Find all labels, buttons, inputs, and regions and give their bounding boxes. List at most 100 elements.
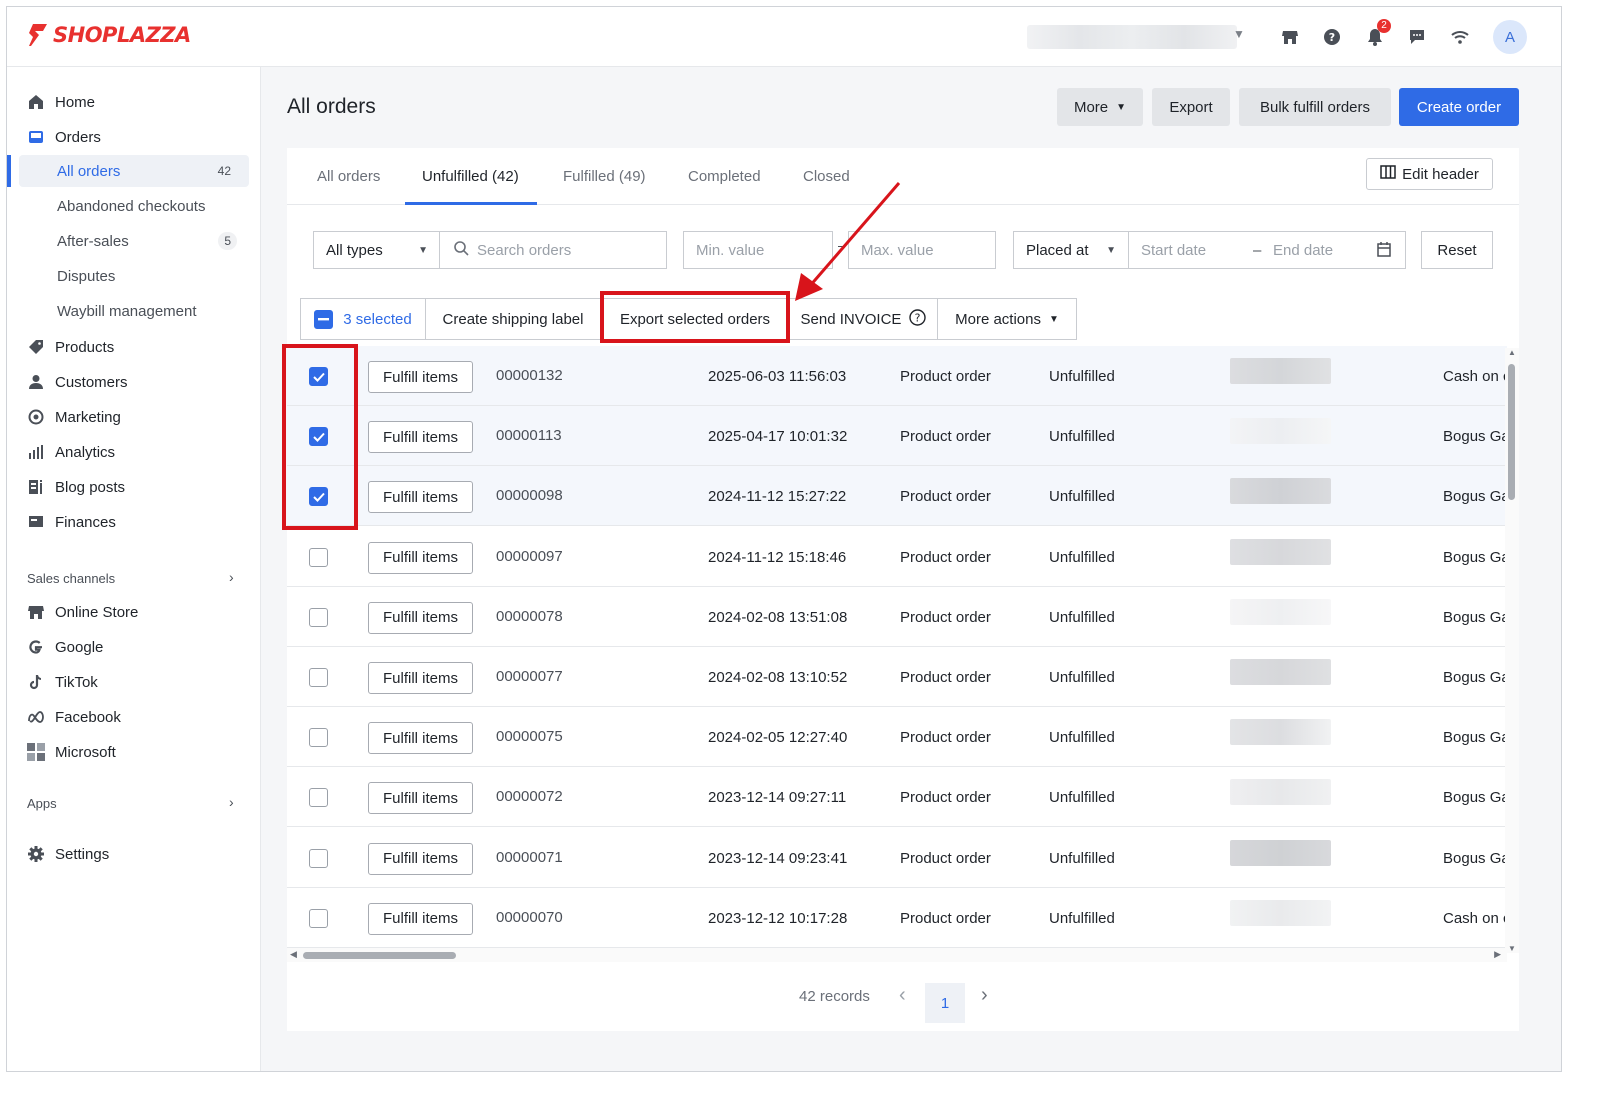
reset-button[interactable]: Reset: [1421, 231, 1493, 269]
active-indicator: [7, 155, 11, 187]
sidebar-item-disputes[interactable]: Disputes: [19, 260, 249, 292]
order-type: Product order: [900, 729, 991, 747]
sidebar-item-microsoft[interactable]: Microsoft: [7, 737, 261, 767]
row-checkbox[interactable]: [309, 668, 328, 687]
order-number[interactable]: 00000132: [496, 367, 563, 384]
table-row[interactable]: Fulfill items 00000132 2025-06-03 11:56:03…: [287, 346, 1507, 406]
fulfillment-status: Unfulfilled: [1049, 789, 1115, 807]
sidebar-item-google[interactable]: Google: [7, 632, 261, 662]
row-checkbox[interactable]: [309, 547, 328, 567]
sidebar-item-label: Abandoned checkouts: [57, 197, 206, 215]
edit-header-button[interactable]: Edit header: [1366, 158, 1493, 190]
row-checkbox[interactable]: [309, 908, 328, 928]
table-row[interactable]: Fulfill items 00000097 2024-11-12 15:18:46…: [287, 527, 1507, 587]
chat-icon[interactable]: [1405, 25, 1429, 49]
date-field-select[interactable]: Placed at ▼: [1013, 231, 1129, 269]
order-number[interactable]: 00000075: [496, 728, 563, 745]
shoplazza-logo[interactable]: SHOPLAZZA: [27, 22, 191, 48]
order-date: 2023-12-12 10:17:28: [708, 909, 848, 927]
table-row[interactable]: Fulfill items 00000113 2025-04-17 10:01:32…: [287, 406, 1507, 467]
sidebar-item-online-store[interactable]: Online Store: [7, 597, 261, 627]
tab-fulfilled[interactable]: Fulfilled (49): [563, 168, 646, 185]
sidebar-item-abandoned-checkouts[interactable]: Abandoned checkouts: [19, 190, 249, 222]
sidebar-item-analytics[interactable]: Analytics: [7, 437, 261, 467]
bulk-fulfill-button[interactable]: Bulk fulfill orders: [1239, 88, 1391, 126]
search-input[interactable]: Search orders: [439, 231, 667, 269]
order-number[interactable]: 00000078: [496, 608, 563, 625]
row-checkbox[interactable]: [309, 607, 328, 627]
order-number[interactable]: 00000077: [496, 668, 563, 685]
table-row[interactable]: Fulfill items 00000098 2024-11-12 15:27:22…: [287, 466, 1507, 527]
next-page-icon[interactable]: ›: [981, 984, 988, 1007]
order-number[interactable]: 00000071: [496, 849, 563, 866]
export-highlight-box: [600, 291, 790, 343]
vertical-scrollbar[interactable]: ▲ ▼: [1505, 348, 1519, 953]
order-date: 2024-02-08 13:10:52: [708, 669, 848, 686]
table-row[interactable]: Fulfill items 00000077 2024-02-08 13:10:52…: [287, 647, 1507, 707]
select-all-checkbox[interactable]: [314, 309, 334, 329]
row-checkbox[interactable]: [309, 728, 328, 748]
tab-unfulfilled[interactable]: Unfulfilled (42): [422, 168, 519, 185]
fulfill-items-button[interactable]: Fulfill items: [368, 481, 473, 514]
chevron-right-icon[interactable]: ›: [229, 794, 234, 810]
store-icon[interactable]: [1278, 25, 1302, 49]
store-selector[interactable]: [1027, 25, 1237, 49]
sidebar-item-products[interactable]: Products: [7, 332, 261, 362]
sidebar-item-settings[interactable]: Settings: [7, 839, 261, 869]
fulfill-items-button[interactable]: Fulfill items: [368, 601, 473, 634]
sidebar-item-customers[interactable]: Customers: [7, 367, 261, 397]
fulfill-items-button[interactable]: Fulfill items: [368, 662, 473, 694]
selection-counter[interactable]: 3 selected: [300, 298, 426, 340]
table-row[interactable]: Fulfill items 00000078 2024-02-08 13:51:08…: [287, 587, 1507, 647]
date-range-picker[interactable]: Start date – End date: [1128, 231, 1406, 269]
tab-completed[interactable]: Completed: [688, 168, 761, 185]
wifi-icon[interactable]: [1448, 25, 1472, 49]
chevron-down-icon[interactable]: ▼: [1233, 27, 1245, 41]
order-date: 2025-04-17 10:01:32: [708, 428, 848, 446]
fulfill-items-button[interactable]: Fulfill items: [368, 361, 473, 393]
sidebar-item-orders[interactable]: Orders: [7, 122, 261, 152]
chevron-right-icon[interactable]: ›: [229, 569, 234, 585]
fulfill-items-button[interactable]: Fulfill items: [368, 421, 473, 454]
prev-page-icon[interactable]: ‹: [899, 984, 906, 1007]
order-number[interactable]: 00000072: [496, 788, 563, 805]
tab-all-orders[interactable]: All orders: [317, 168, 380, 185]
fulfill-items-button[interactable]: Fulfill items: [368, 782, 473, 815]
fulfill-items-button[interactable]: Fulfill items: [368, 722, 473, 755]
export-button[interactable]: Export: [1152, 88, 1230, 126]
create-order-button[interactable]: Create order: [1399, 88, 1519, 126]
fulfill-items-button[interactable]: Fulfill items: [368, 842, 473, 875]
order-number[interactable]: 00000070: [496, 909, 563, 926]
fulfillment-status: Unfulfilled: [1049, 608, 1115, 626]
order-number[interactable]: 00000098: [496, 487, 563, 504]
more-button[interactable]: More ▼: [1057, 88, 1143, 126]
sidebar-item-all-orders[interactable]: All orders 42: [19, 155, 249, 187]
order-number[interactable]: 00000097: [496, 548, 563, 565]
table-row[interactable]: Fulfill items 00000072 2023-12-14 09:27:11…: [287, 767, 1507, 828]
horizontal-scrollbar[interactable]: ◀ ▶: [287, 948, 1507, 962]
fulfill-items-button[interactable]: Fulfill items: [368, 902, 473, 935]
row-checkbox[interactable]: [309, 848, 328, 868]
sidebar-item-facebook[interactable]: Facebook: [7, 702, 261, 732]
create-shipping-label-button[interactable]: Create shipping label: [425, 298, 601, 340]
page-number-current[interactable]: 1: [925, 983, 965, 1023]
type-select[interactable]: All types ▼: [313, 231, 441, 269]
table-row[interactable]: Fulfill items 00000070 2023-12-12 10:17:28…: [287, 888, 1507, 948]
table-row[interactable]: Fulfill items 00000071 2023-12-14 09:23:41…: [287, 828, 1507, 888]
bell-icon[interactable]: 2: [1363, 19, 1391, 49]
sidebar-item-after-sales[interactable]: After-sales 5: [19, 225, 249, 257]
table-row[interactable]: Fulfill items 00000075 2024-02-05 12:27:40…: [287, 707, 1507, 768]
order-date: 2024-11-12 15:27:22: [708, 488, 847, 506]
more-actions-button[interactable]: More actions ▼: [937, 298, 1077, 340]
sidebar-item-marketing[interactable]: Marketing: [7, 402, 261, 432]
sidebar-item-tiktok[interactable]: TikTok: [7, 667, 261, 697]
sidebar-item-waybill-management[interactable]: Waybill management: [19, 295, 249, 327]
help-icon[interactable]: ?: [1320, 25, 1344, 49]
sidebar-item-blog-posts[interactable]: Blog posts: [7, 472, 261, 502]
avatar[interactable]: A: [1493, 20, 1527, 54]
fulfill-items-button[interactable]: Fulfill items: [368, 541, 473, 574]
order-number[interactable]: 00000113: [496, 427, 562, 444]
row-checkbox[interactable]: [309, 788, 328, 808]
sidebar-item-home[interactable]: Home: [7, 87, 261, 117]
sidebar-item-finances[interactable]: Finances: [7, 507, 261, 537]
